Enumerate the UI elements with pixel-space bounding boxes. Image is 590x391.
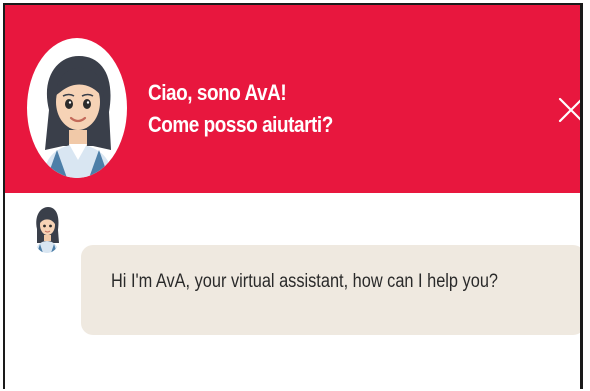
assistant-message-bubble: Hi I'm AvA, your virtual assistant, how …: [81, 245, 580, 335]
assistant-avatar-large: [27, 38, 127, 178]
chat-window: Ciao, sono AvA! Come posso aiutarti? Hi …: [3, 3, 583, 389]
assistant-avatar-small-icon: [35, 207, 59, 253]
assistant-message-text: Hi I'm AvA, your virtual assistant, how …: [111, 271, 498, 292]
greeting-text: Ciao, sono AvA! Come posso aiutarti?: [148, 77, 333, 141]
greeting-line-2: Come posso aiutarti?: [148, 112, 333, 137]
close-icon: [558, 97, 580, 123]
assistant-avatar-small: [31, 203, 63, 253]
assistant-avatar-icon: [43, 56, 113, 178]
greeting-line-1: Ciao, sono AvA!: [148, 80, 287, 105]
chat-header: Ciao, sono AvA! Come posso aiutarti?: [5, 5, 580, 193]
message-list: Hi I'm AvA, your virtual assistant, how …: [5, 193, 580, 389]
close-button[interactable]: [557, 96, 580, 124]
